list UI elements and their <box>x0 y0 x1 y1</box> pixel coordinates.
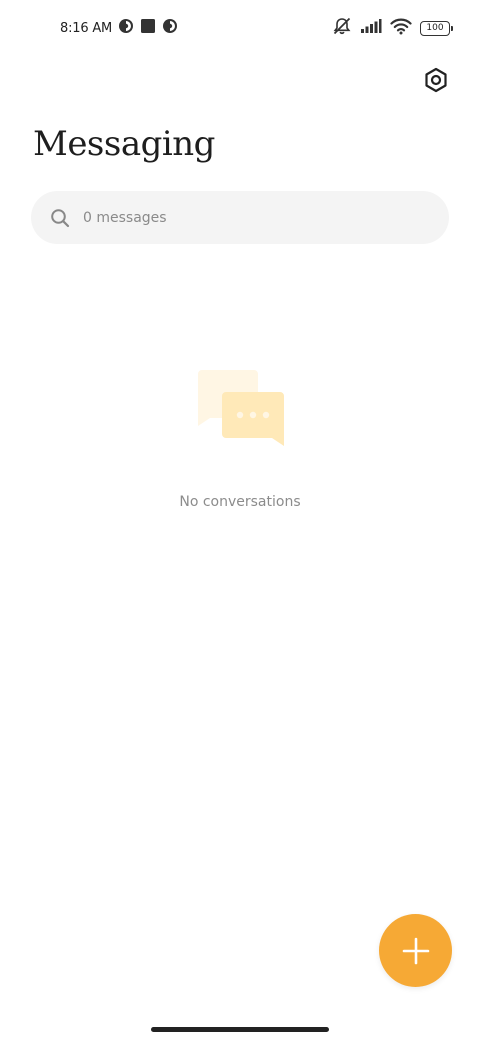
search-icon <box>49 207 71 229</box>
search-input[interactable] <box>83 202 413 233</box>
notification-square-icon <box>140 18 156 38</box>
status-time: 8:16 AM <box>60 20 113 36</box>
settings-hex-icon <box>425 67 447 93</box>
notification-app-icon <box>118 18 134 38</box>
status-right: 100 <box>332 17 453 39</box>
home-indicator[interactable] <box>151 1027 329 1032</box>
notification-app-icon-2 <box>162 18 178 38</box>
status-bar: 8:16 AM 100 <box>0 14 480 42</box>
battery-level: 100 <box>426 23 444 33</box>
signal-icon <box>360 18 382 38</box>
chat-bubbles-icon <box>196 368 286 448</box>
search-bar[interactable] <box>31 191 449 244</box>
status-left: 8:16 AM <box>60 17 178 39</box>
battery-indicator: 100 <box>420 20 453 36</box>
messaging-screen: 8:16 AM 100 Messaging 0 messages No conv… <box>0 0 480 1040</box>
settings-button[interactable] <box>420 64 452 96</box>
page-title: Messaging <box>33 124 215 164</box>
wifi-icon <box>390 18 412 39</box>
new-conversation-button[interactable] <box>379 914 452 987</box>
muted-bell-icon <box>332 17 352 39</box>
plus-icon <box>402 937 429 964</box>
empty-state-text: No conversations <box>179 494 301 510</box>
